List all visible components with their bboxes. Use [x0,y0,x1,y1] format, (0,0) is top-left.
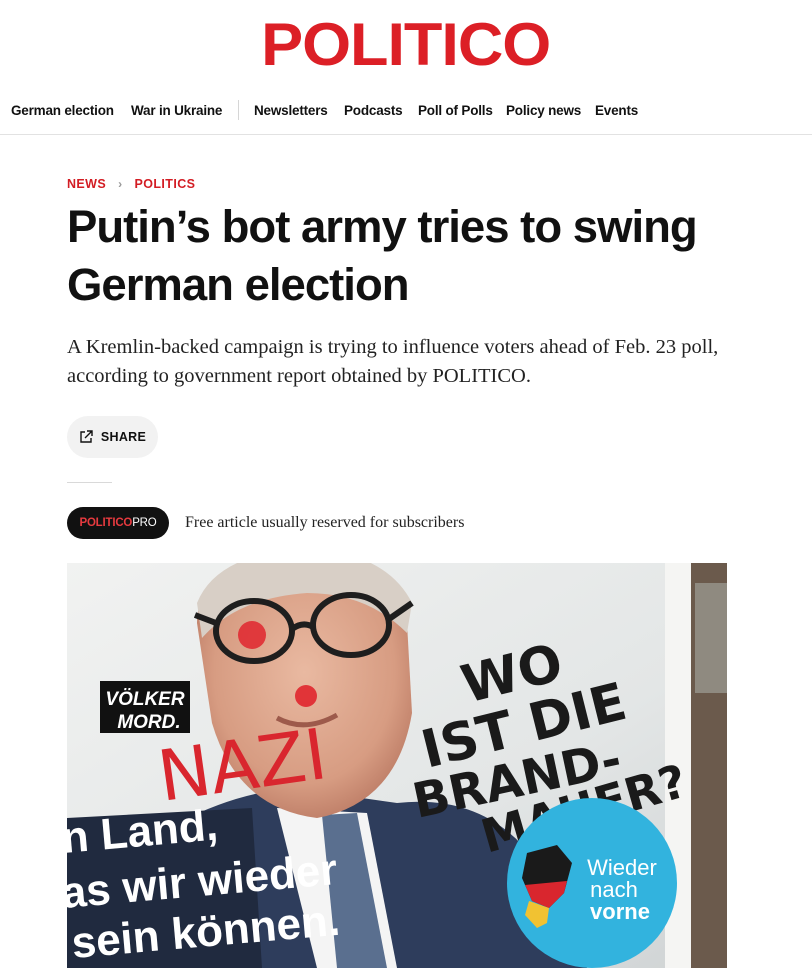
share-button[interactable]: SHARE [67,416,158,458]
dek-line-2: according to government report obtained … [67,365,531,387]
nav-item-poll-of-polls[interactable]: Poll of Polls [418,103,493,118]
article-hero-image: VÖLKER MORD. NAZI WO IST DIE BRAND- MAUE… [67,563,727,968]
breadcrumb: NEWS › POLITICS [67,177,195,191]
main-nav: German election War in Ukraine Newslette… [0,100,812,124]
nav-item-podcasts[interactable]: Podcasts [344,103,403,118]
breadcrumb-news-link[interactable]: NEWS [67,177,106,191]
divider [67,482,112,483]
circle-text-3: vorne [590,899,650,924]
sticker-text-2: MORD. [117,712,180,733]
nav-item-german-election[interactable]: German election [11,103,114,118]
free-article-notice: Free article usually reserved for subscr… [185,514,465,531]
dek-line-1: A Kremlin-backed campaign is trying to i… [67,336,719,358]
sticker-text-1: VÖLKER [105,689,184,710]
nav-item-events[interactable]: Events [595,103,638,118]
chevron-right-icon: › [118,177,123,191]
politico-pro-badge: POLITICO PRO [67,507,169,539]
nav-item-policy-news[interactable]: Policy news [506,103,581,118]
headline-line-2: German election [67,259,410,310]
nav-divider [238,100,239,120]
politico-logo[interactable]: POLITICO [0,10,812,79]
nav-item-war-in-ukraine[interactable]: War in Ukraine [131,103,222,118]
share-external-icon [80,430,93,443]
article-dek: A Kremlin-backed campaign is trying to i… [67,333,767,391]
campaign-poster-photo: VÖLKER MORD. NAZI WO IST DIE BRAND- MAUE… [67,563,727,968]
nav-item-newsletters[interactable]: Newsletters [254,103,328,118]
share-label: SHARE [100,430,147,444]
headline-line-1: Putin’s bot army tries to swing [67,201,698,252]
nav-bottom-border [0,134,812,135]
breadcrumb-politics-link[interactable]: POLITICS [135,177,196,191]
article-headline: Putin’s bot army tries to swing German e… [67,198,767,314]
